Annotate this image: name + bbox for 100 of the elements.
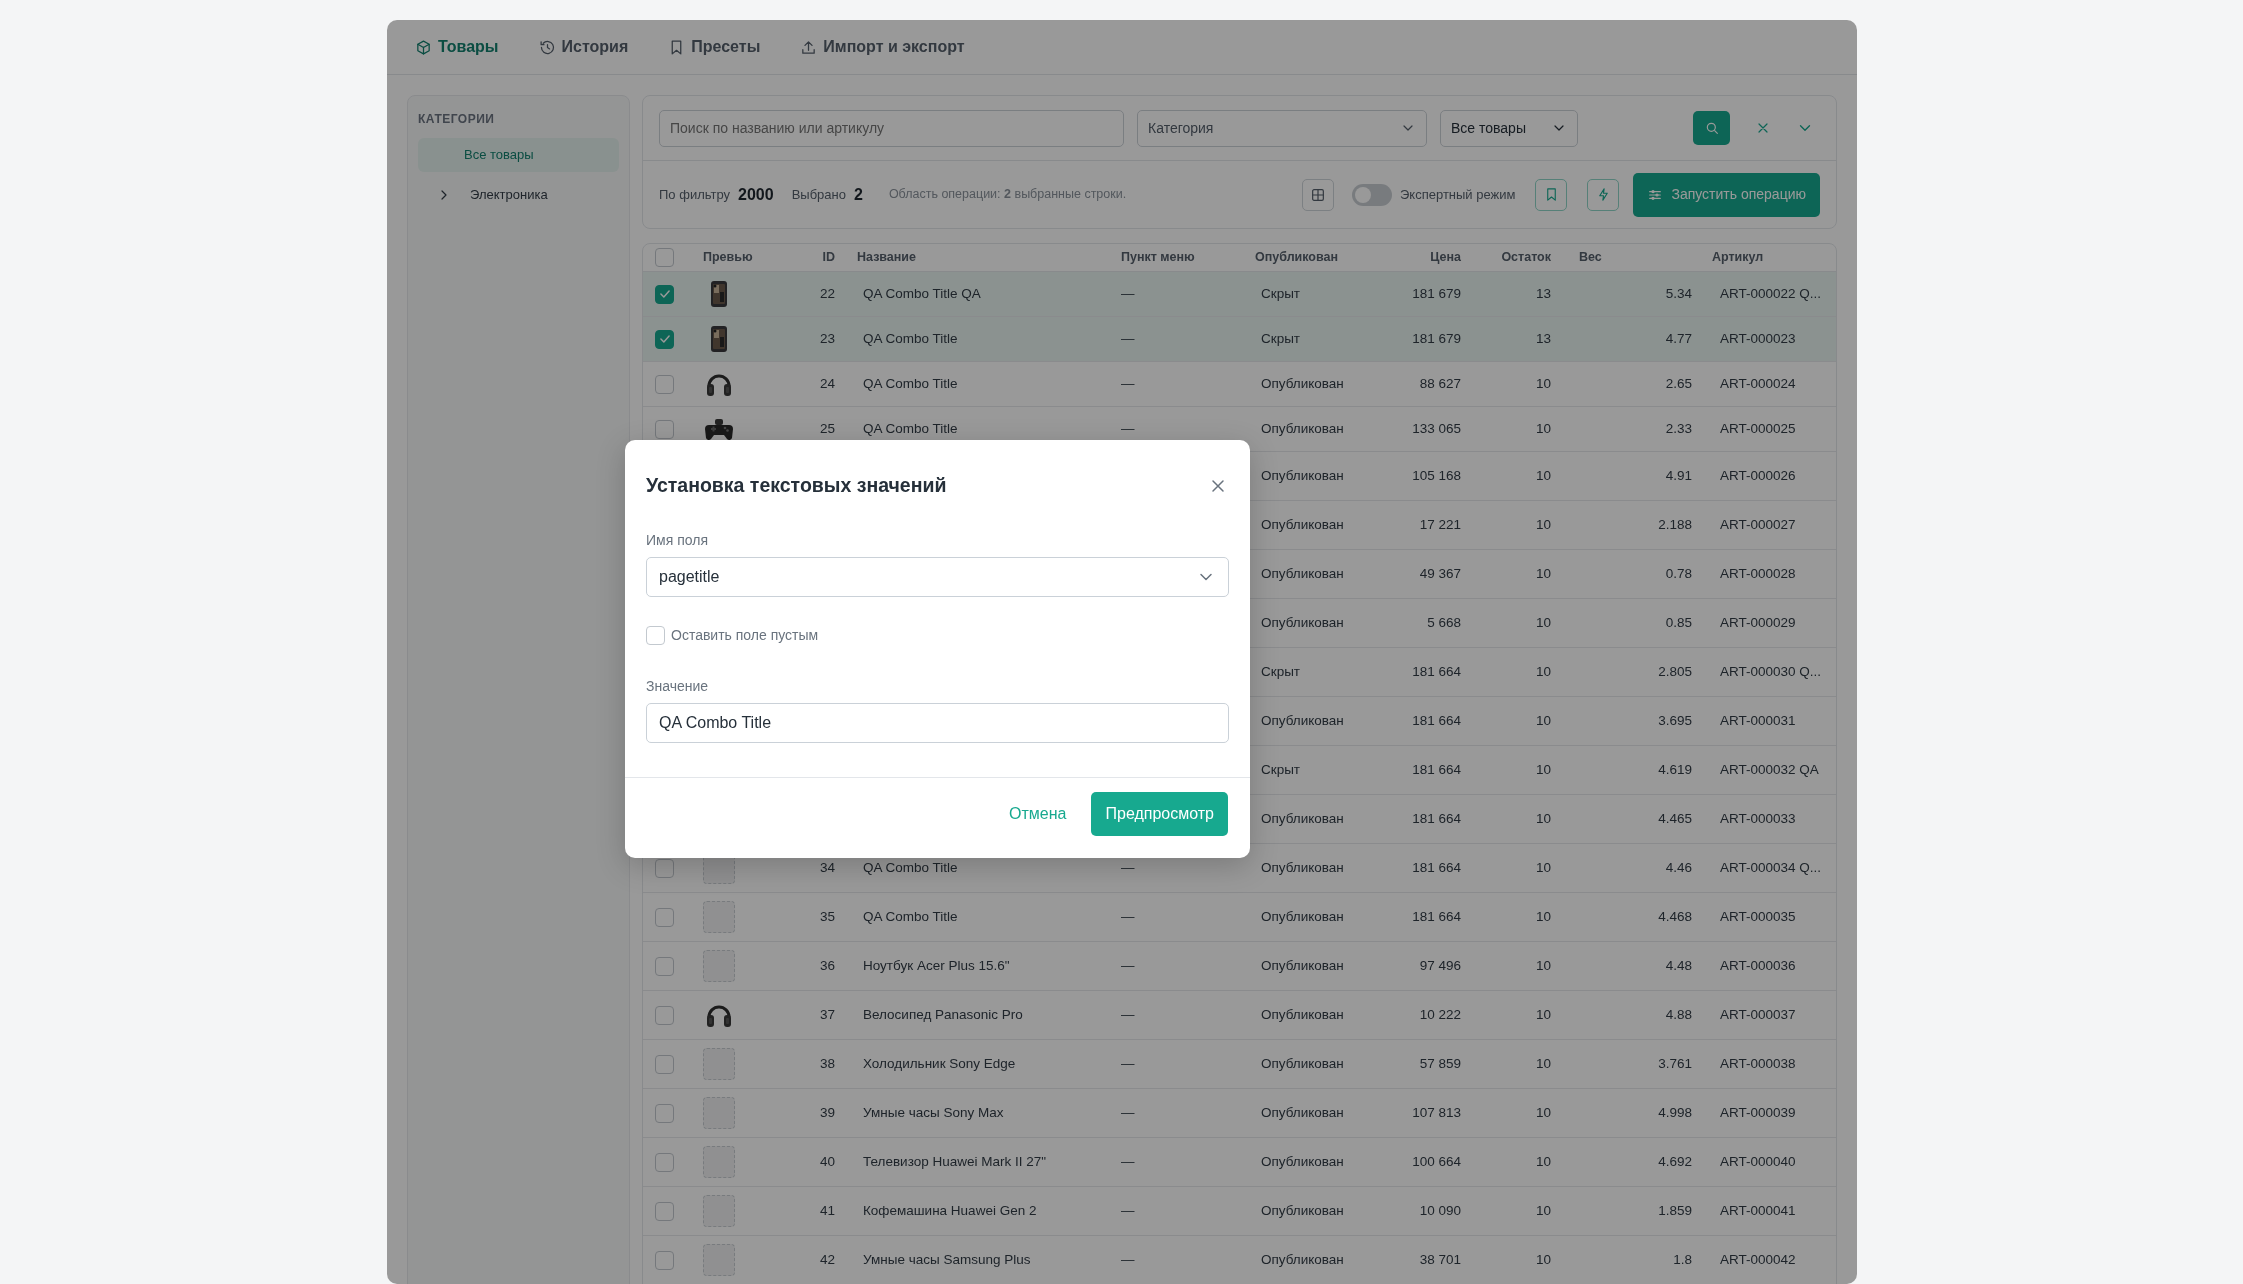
column-header: ID bbox=[822, 250, 835, 265]
image-placeholder bbox=[703, 901, 735, 933]
table-cell: — bbox=[1121, 420, 1135, 436]
table-cell: 181 664 bbox=[1412, 761, 1461, 777]
table-cell: Ноутбук Acer Plus 15.6" bbox=[863, 957, 1010, 973]
table-cell: — bbox=[1121, 1153, 1135, 1169]
select-all-checkbox[interactable] bbox=[655, 248, 674, 267]
lightning-button[interactable] bbox=[1587, 178, 1620, 211]
search-button[interactable] bbox=[1693, 111, 1730, 145]
table-cell: — bbox=[1121, 908, 1135, 924]
scope-select[interactable]: Все товары bbox=[1440, 109, 1578, 147]
search-field[interactable]: Поиск по названию или артикулу bbox=[659, 109, 1124, 147]
image-placeholder bbox=[703, 1195, 735, 1227]
table-cell: ART-000041 bbox=[1720, 1202, 1796, 1218]
field-name-select[interactable]: pagetitle bbox=[646, 557, 1229, 598]
row-checkbox[interactable] bbox=[655, 907, 674, 927]
table-cell: 4.88 bbox=[1665, 1006, 1692, 1022]
table-cell: Опубликован bbox=[1261, 1251, 1344, 1267]
tab[interactable]: Товары bbox=[415, 35, 499, 59]
table-cell: — bbox=[1121, 859, 1135, 875]
column-header: Вес bbox=[1579, 250, 1602, 265]
row-checkbox[interactable] bbox=[655, 419, 674, 439]
category-select[interactable]: Категория bbox=[1137, 109, 1427, 147]
table-cell: 38 701 bbox=[1419, 1251, 1461, 1267]
table-cell: ART-000027 bbox=[1720, 516, 1796, 532]
column-header: Остаток bbox=[1501, 250, 1551, 265]
table-cell: 107 813 bbox=[1412, 1104, 1461, 1120]
table-cell: 34 bbox=[819, 859, 835, 875]
cancel-button[interactable]: Отмена bbox=[1009, 802, 1067, 827]
table-cell: ART-000033 bbox=[1720, 810, 1796, 826]
run-operation-button[interactable]: Запустить операцию bbox=[1633, 172, 1820, 217]
table-cell: — bbox=[1121, 957, 1135, 973]
tab[interactable]: Пресеты bbox=[668, 35, 761, 59]
checkbox[interactable] bbox=[646, 626, 665, 646]
check-icon bbox=[657, 287, 672, 301]
row-checkbox[interactable] bbox=[655, 284, 674, 304]
table-cell: 10 bbox=[1535, 565, 1551, 581]
table-cell: 10 bbox=[1535, 614, 1551, 630]
tab[interactable]: Импорт и экспорт bbox=[800, 35, 965, 59]
table-cell: 181 679 bbox=[1412, 330, 1461, 346]
value-field[interactable]: QA Combo Title bbox=[646, 703, 1229, 744]
table-cell: 2.65 bbox=[1665, 375, 1692, 391]
row-checkbox[interactable] bbox=[655, 1054, 674, 1074]
table-cell: 88 627 bbox=[1419, 375, 1461, 391]
table-cell: Опубликован bbox=[1261, 810, 1344, 826]
table-cell: 97 496 bbox=[1419, 957, 1461, 973]
image-placeholder bbox=[703, 1244, 735, 1276]
table-cell: 2.188 bbox=[1658, 516, 1692, 532]
row-checkbox[interactable] bbox=[655, 1152, 674, 1172]
row-checkbox[interactable] bbox=[655, 1250, 674, 1270]
table-cell: 10 bbox=[1535, 859, 1551, 875]
row-checkbox[interactable] bbox=[655, 329, 674, 349]
column-header: Цена bbox=[1430, 250, 1461, 265]
table-cell: 10 bbox=[1535, 712, 1551, 728]
table-cell: ART-000032 QA bbox=[1720, 761, 1819, 777]
field-label: Имя поля bbox=[646, 531, 709, 551]
table-cell: 42 bbox=[819, 1251, 835, 1267]
row-checkbox[interactable] bbox=[655, 1201, 674, 1221]
table-cell: Опубликован bbox=[1261, 1104, 1344, 1120]
bookmark-button[interactable] bbox=[1535, 178, 1568, 211]
row-checkbox[interactable] bbox=[655, 1103, 674, 1123]
table-cell: 49 367 bbox=[1419, 565, 1461, 581]
table-cell: 10 bbox=[1535, 375, 1551, 391]
preview-button[interactable]: Предпросмотр bbox=[1091, 792, 1228, 837]
table-cell: — bbox=[1121, 1006, 1135, 1022]
table-cell: Скрыт bbox=[1261, 761, 1301, 777]
table-cell: Опубликован bbox=[1261, 1202, 1344, 1218]
grid-icon bbox=[1310, 186, 1326, 203]
tab[interactable]: История bbox=[538, 35, 629, 59]
table-cell: 10 bbox=[1535, 420, 1551, 436]
expert-mode-toggle[interactable] bbox=[1352, 183, 1392, 206]
table-cell: 181 664 bbox=[1412, 859, 1461, 875]
table-cell: — bbox=[1121, 1251, 1135, 1267]
row-checkbox[interactable] bbox=[655, 858, 674, 878]
column-header: Превью bbox=[703, 250, 753, 265]
row-checkbox[interactable] bbox=[655, 1005, 674, 1025]
dialog-title: Установка текстовых значений bbox=[646, 473, 947, 498]
table-cell: 13 bbox=[1535, 285, 1551, 301]
category-item[interactable]: Все товары bbox=[418, 138, 619, 172]
table-cell: 10 bbox=[1535, 810, 1551, 826]
table-cell: 38 bbox=[819, 1055, 835, 1071]
row-checkbox[interactable] bbox=[655, 956, 674, 976]
row-checkbox[interactable] bbox=[655, 374, 674, 394]
table-cell: ART-000022 Q... bbox=[1720, 285, 1822, 301]
category-item[interactable]: Электроника bbox=[418, 178, 619, 212]
table-cell: Опубликован bbox=[1261, 1006, 1344, 1022]
grid-button[interactable] bbox=[1302, 178, 1334, 211]
table-cell: QA Combo Title bbox=[863, 330, 958, 346]
table-cell: 181 664 bbox=[1412, 908, 1461, 924]
table-cell: Умные часы Samsung Plus bbox=[863, 1251, 1031, 1267]
table-cell: 23 bbox=[819, 330, 835, 346]
column-header: Артикул bbox=[1712, 250, 1764, 265]
table-cell: QA Combo Title QA bbox=[863, 285, 981, 301]
operation-scope-text: Область операции: 2 выбранные строки. bbox=[888, 186, 1127, 204]
table-cell: ART-000025 bbox=[1720, 420, 1796, 436]
table-cell: 57 859 bbox=[1419, 1055, 1461, 1071]
table-cell: Скрыт bbox=[1261, 330, 1301, 346]
table-cell: ART-000035 bbox=[1720, 908, 1796, 924]
table-cell: 100 664 bbox=[1412, 1153, 1461, 1169]
filter-count: 2000 bbox=[738, 184, 774, 205]
